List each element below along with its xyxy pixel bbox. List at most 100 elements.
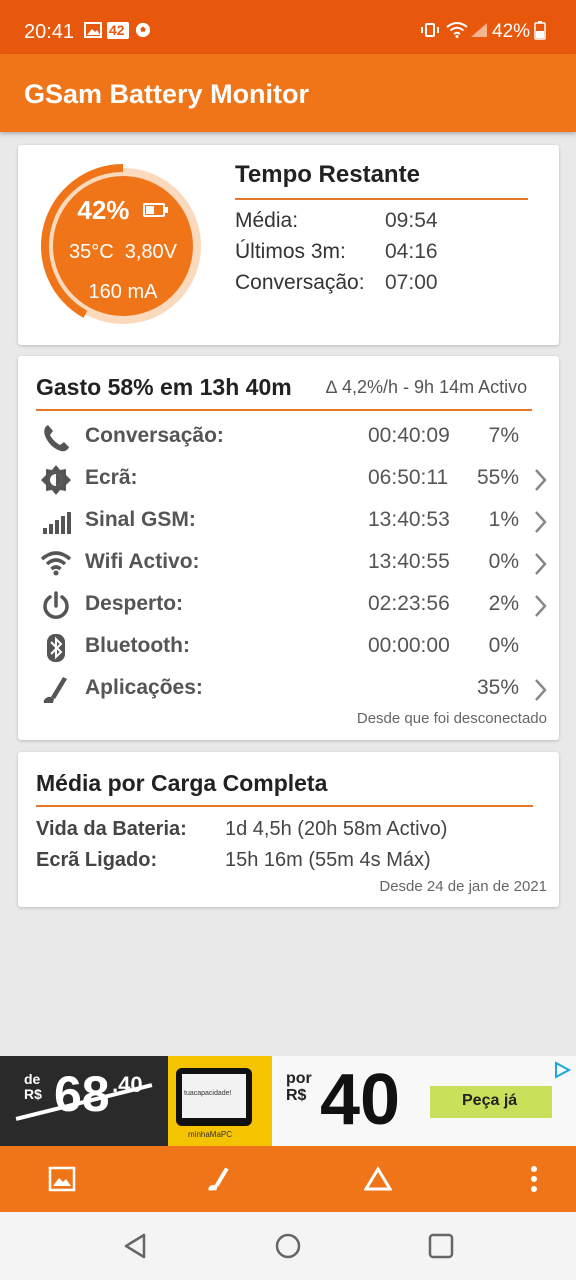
- ring-current: 160 mA: [88, 281, 158, 303]
- usage-duration: 06:50:11: [368, 466, 449, 489]
- wifi-icon: [40, 551, 72, 576]
- phone-icon: [44, 425, 69, 452]
- usage-duration: 02:23:56: [368, 592, 450, 615]
- gallery-notification-icon: [84, 22, 102, 38]
- remaining-value: 04:16: [385, 240, 438, 263]
- usage-label: Desperto:: [85, 592, 184, 615]
- chevron-right-icon[interactable]: [533, 594, 547, 618]
- chevron-right-icon[interactable]: [533, 510, 547, 534]
- ad-banner[interactable]: de R$ 68 ,40 tuacapacidade! minhaMaPC po…: [0, 1056, 576, 1146]
- remaining-label: Média:: [235, 209, 299, 232]
- usage-label: Aplicações:: [85, 676, 203, 699]
- brightness-icon: [41, 465, 71, 495]
- ad-device-image: tuacapacidade!: [176, 1068, 252, 1126]
- battery-percent-status: 42%: [492, 21, 531, 42]
- usage-duration: 13:40:53: [368, 508, 450, 531]
- home-icon[interactable]: [274, 1232, 302, 1260]
- remaining-value: 07:00: [385, 271, 438, 294]
- ad-old-price-prefix: de R$: [24, 1071, 42, 1102]
- ad-new-price-panel: por R$ 40 Peça já: [272, 1056, 576, 1146]
- ad-old-price: 68: [54, 1066, 110, 1122]
- usage-row-bluetooth: Bluetooth: 00:00:00 0%: [18, 626, 559, 668]
- app-title: GSam Battery Monitor: [24, 79, 310, 109]
- average-card: Média por Carga Completa Vida da Bateria…: [18, 752, 559, 907]
- ring-temp-voltage: 35°C 3,80V: [68, 241, 178, 263]
- back-icon[interactable]: [122, 1232, 148, 1260]
- image-icon[interactable]: [48, 1166, 76, 1192]
- ad-new-price: 40: [320, 1060, 401, 1140]
- signal-bars-icon: [43, 512, 71, 534]
- soccer-ball-icon: [135, 22, 151, 38]
- ad-choices-icon[interactable]: [552, 1060, 572, 1080]
- average-rule: [36, 805, 533, 807]
- usage-label: Wifi Activo:: [85, 550, 200, 573]
- average-label: Vida da Bateria:: [36, 818, 187, 840]
- usage-label: Sinal GSM:: [85, 508, 196, 531]
- usage-row-awake[interactable]: Desperto: 02:23:56 2%: [18, 584, 559, 626]
- summary-card[interactable]: 42% 35°C 3,80V 160 mA Tempo Restante Méd…: [18, 145, 559, 345]
- chevron-right-icon[interactable]: [533, 552, 547, 576]
- apps-brush-icon: [43, 677, 67, 703]
- usage-percent: 1%: [488, 508, 519, 531]
- usage-row-talk: Conversação: 00:40:09 7%: [18, 416, 559, 458]
- remaining-time-title: Tempo Restante: [235, 161, 420, 188]
- usage-percent: 55%: [476, 466, 519, 489]
- system-nav-bar: [0, 1212, 576, 1280]
- usage-duration: 00:40:09: [368, 424, 450, 447]
- ad-old-price-panel: de R$ 68 ,40: [0, 1056, 168, 1146]
- status-time: 20:41: [24, 21, 75, 43]
- usage-percent: 35%: [476, 676, 519, 699]
- ad-cta-button[interactable]: Peça já: [430, 1086, 552, 1118]
- usage-percent: 0%: [488, 634, 519, 657]
- delta-icon[interactable]: [364, 1166, 392, 1192]
- usage-label: Ecrã:: [85, 466, 138, 489]
- ring-percent: 42%: [38, 195, 208, 226]
- remaining-label: Últimos 3m:: [235, 240, 346, 263]
- apps-brush-icon[interactable]: [205, 1165, 233, 1193]
- wifi-status-icon: [446, 22, 468, 38]
- average-footer: Desde 24 de jan de 2021: [379, 878, 547, 895]
- ad-new-price-prefix: por R$: [286, 1070, 312, 1104]
- average-label: Ecrã Ligado:: [36, 849, 158, 871]
- bluetooth-icon: [47, 634, 65, 662]
- ad-device-panel: tuacapacidade! minhaMaPC: [168, 1056, 272, 1146]
- usage-footer: Desde que foi desconectado: [356, 710, 547, 727]
- usage-row-screen[interactable]: Ecrã: 06:50:11 55%: [18, 458, 559, 500]
- status-bar: 20:41 42 42%: [0, 0, 576, 54]
- usage-label: Bluetooth:: [85, 634, 190, 657]
- usage-percent: 2%: [488, 592, 519, 615]
- usage-subtitle: ∆ 4,2%/h - 9h 14m Activo: [326, 377, 528, 397]
- ad-device-brand: minhaMaPC: [188, 1130, 233, 1139]
- remaining-time-rule: [235, 198, 528, 200]
- usage-title: Gasto 58% em 13h 40m: [36, 374, 292, 400]
- app-bar: GSam Battery Monitor: [0, 54, 576, 132]
- remaining-value: 09:54: [385, 209, 438, 232]
- usage-row-apps[interactable]: Aplicações: 35%: [18, 668, 559, 710]
- ad-device-screen-text: tuacapacidade!: [184, 1090, 232, 1097]
- cell-signal-icon: [471, 23, 487, 37]
- bottom-action-bar: [0, 1146, 576, 1212]
- average-title: Média por Carga Completa: [36, 770, 328, 796]
- remaining-label: Conversação:: [235, 271, 365, 294]
- chevron-right-icon[interactable]: [533, 678, 547, 702]
- vibrate-icon: [421, 23, 439, 37]
- usage-label: Conversação:: [85, 424, 224, 447]
- usage-duration: 00:00:00: [368, 634, 450, 657]
- more-vert-icon[interactable]: [529, 1165, 539, 1193]
- usage-row-wifi[interactable]: Wifi Activo: 13:40:55 0%: [18, 542, 559, 584]
- recents-icon[interactable]: [427, 1232, 455, 1260]
- battery-ring: 42% 35°C 3,80V 160 mA: [38, 161, 208, 331]
- notification-count-badge: 42: [107, 22, 129, 39]
- chevron-right-icon[interactable]: [533, 468, 547, 492]
- usage-card: Gasto 58% em 13h 40m ∆ 4,2%/h - 9h 14m A…: [18, 356, 559, 740]
- usage-rule: [36, 409, 532, 411]
- usage-duration: 13:40:55: [368, 550, 450, 573]
- battery-level-icon: [142, 203, 168, 217]
- usage-row-gsm[interactable]: Sinal GSM: 13:40:53 1%: [18, 500, 559, 542]
- usage-percent: 7%: [488, 424, 519, 447]
- battery-status-icon: [534, 21, 546, 40]
- average-value: 15h 16m (55m 4s Máx): [225, 849, 431, 871]
- average-value: 1d 4,5h (20h 58m Activo): [225, 818, 448, 840]
- usage-percent: 0%: [488, 550, 519, 573]
- power-icon: [43, 591, 69, 619]
